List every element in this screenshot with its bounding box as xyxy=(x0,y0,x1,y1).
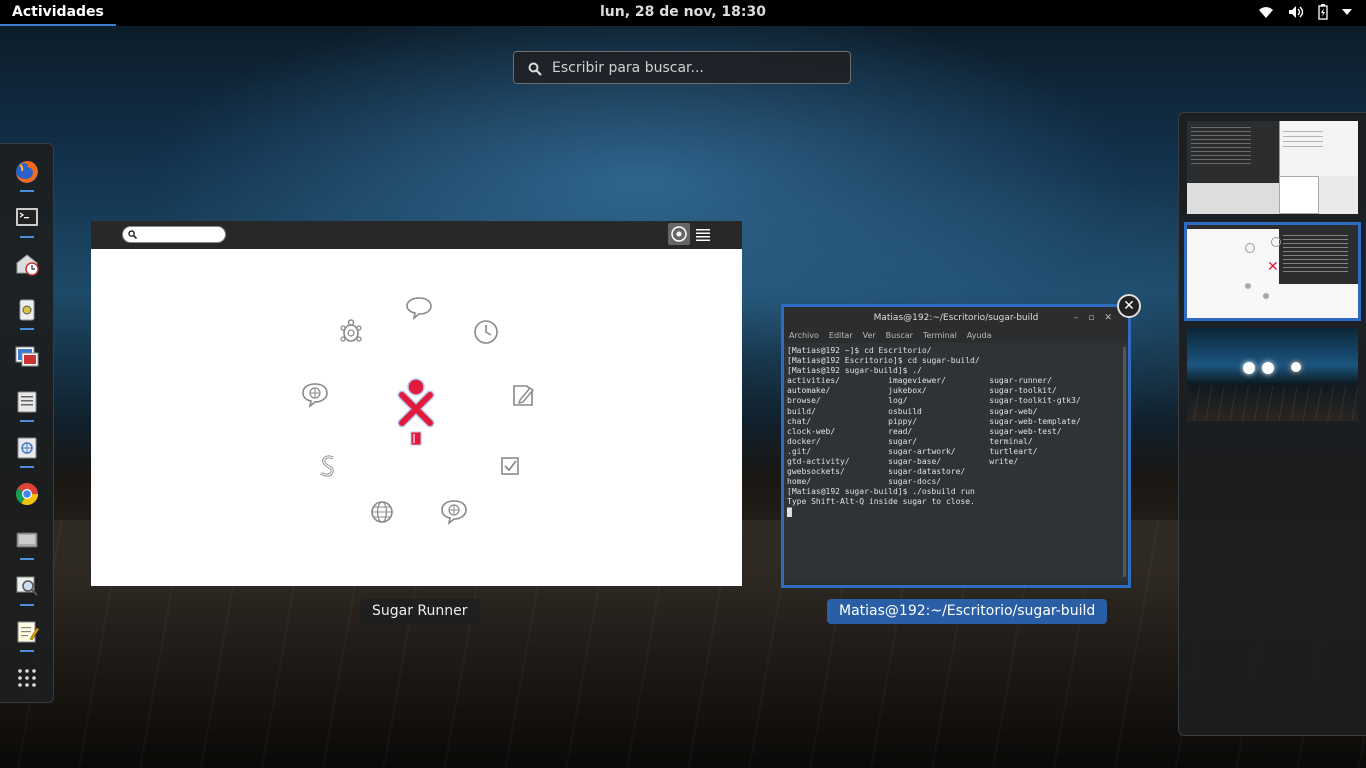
top-bar: Actividades lun, 28 de nov, 18:30 xyxy=(0,0,1366,26)
list-view-icon[interactable] xyxy=(692,223,714,245)
window-caption-sugar-runner[interactable]: Sugar Runner xyxy=(360,599,480,624)
mail-clock-icon[interactable] xyxy=(14,251,40,277)
sugar-runner-window[interactable] xyxy=(91,221,742,586)
window-controls[interactable]: –▫✕ xyxy=(1074,307,1122,329)
clock-activity-icon[interactable] xyxy=(471,317,501,347)
favorites-view-icon[interactable] xyxy=(668,223,690,245)
window-caption-terminal[interactable]: Matias@192:~/Escritorio/sugar-build xyxy=(827,599,1108,624)
terminal-menubar: Archivo Editar Ver Buscar Terminal Ayuda xyxy=(784,329,1128,343)
menu-ayuda[interactable]: Ayuda xyxy=(967,329,992,343)
chrome-icon[interactable] xyxy=(14,481,40,507)
terminal-titlebar[interactable]: Matias@192:~/Escritorio/sugar-build –▫✕ xyxy=(784,307,1128,329)
clock[interactable]: lun, 28 de nov, 18:30 xyxy=(0,0,1366,25)
terminal-output[interactable]: [Matias@192 ~]$ cd Escritorio/ [Matias@1… xyxy=(784,343,1128,581)
menu-archivo[interactable]: Archivo xyxy=(789,329,819,343)
xo-buddy-icon[interactable] xyxy=(397,377,435,447)
write-activity-icon[interactable] xyxy=(508,380,538,410)
workspace-thumbnail-1[interactable] xyxy=(1187,121,1358,214)
wifi-icon xyxy=(1258,5,1274,19)
image-viewer-icon[interactable] xyxy=(14,343,40,369)
chat-activity-icon[interactable] xyxy=(404,293,434,323)
firefox-icon[interactable] xyxy=(14,159,40,192)
dash xyxy=(0,143,54,703)
disk-icon[interactable] xyxy=(14,527,40,560)
search-input[interactable] xyxy=(552,52,842,83)
search-box[interactable] xyxy=(513,51,851,84)
image-search-icon[interactable] xyxy=(14,573,40,606)
volume-icon xyxy=(1288,5,1304,19)
workspace-thumbnail-3[interactable] xyxy=(1187,328,1358,421)
terminal-window[interactable]: Matias@192:~/Escritorio/sugar-build –▫✕ … xyxy=(781,304,1131,588)
workspace-switcher: ✕ xyxy=(1178,112,1366,736)
search-icon xyxy=(528,61,542,80)
menu-editar[interactable]: Editar xyxy=(829,329,853,343)
text-editor-icon[interactable] xyxy=(14,619,40,652)
close-window-button[interactable]: ✕ xyxy=(1117,294,1141,318)
terminal-scrollbar[interactable] xyxy=(1123,347,1126,577)
terminal-title: Matias@192:~/Escritorio/sugar-build xyxy=(873,313,1039,323)
pippy-activity-icon[interactable] xyxy=(313,451,343,481)
web-apps-icon[interactable] xyxy=(14,435,40,468)
menu-terminal[interactable]: Terminal xyxy=(923,329,957,343)
turtle-activity-icon[interactable] xyxy=(336,317,366,347)
system-status-area[interactable] xyxy=(1258,4,1352,20)
menu-buscar[interactable]: Buscar xyxy=(886,329,913,343)
browse-chat-activity-icon[interactable] xyxy=(439,497,469,527)
terminal-icon[interactable] xyxy=(14,205,40,238)
chevron-down-icon xyxy=(1342,9,1352,15)
search-icon xyxy=(128,230,137,239)
web-activity-icon[interactable] xyxy=(367,497,397,527)
checkbox-activity-icon[interactable] xyxy=(495,451,525,481)
sugar-toolbar xyxy=(91,221,742,249)
show-applications-icon[interactable] xyxy=(14,665,40,691)
battery-icon xyxy=(1318,4,1328,20)
menu-ver[interactable]: Ver xyxy=(863,329,876,343)
files-icon[interactable] xyxy=(14,389,40,422)
sugar-search-field[interactable] xyxy=(122,226,226,243)
browse-activity-icon[interactable] xyxy=(300,380,330,410)
usb-drive-icon[interactable] xyxy=(14,297,40,330)
workspace-thumbnail-2[interactable]: ✕ xyxy=(1184,222,1361,321)
